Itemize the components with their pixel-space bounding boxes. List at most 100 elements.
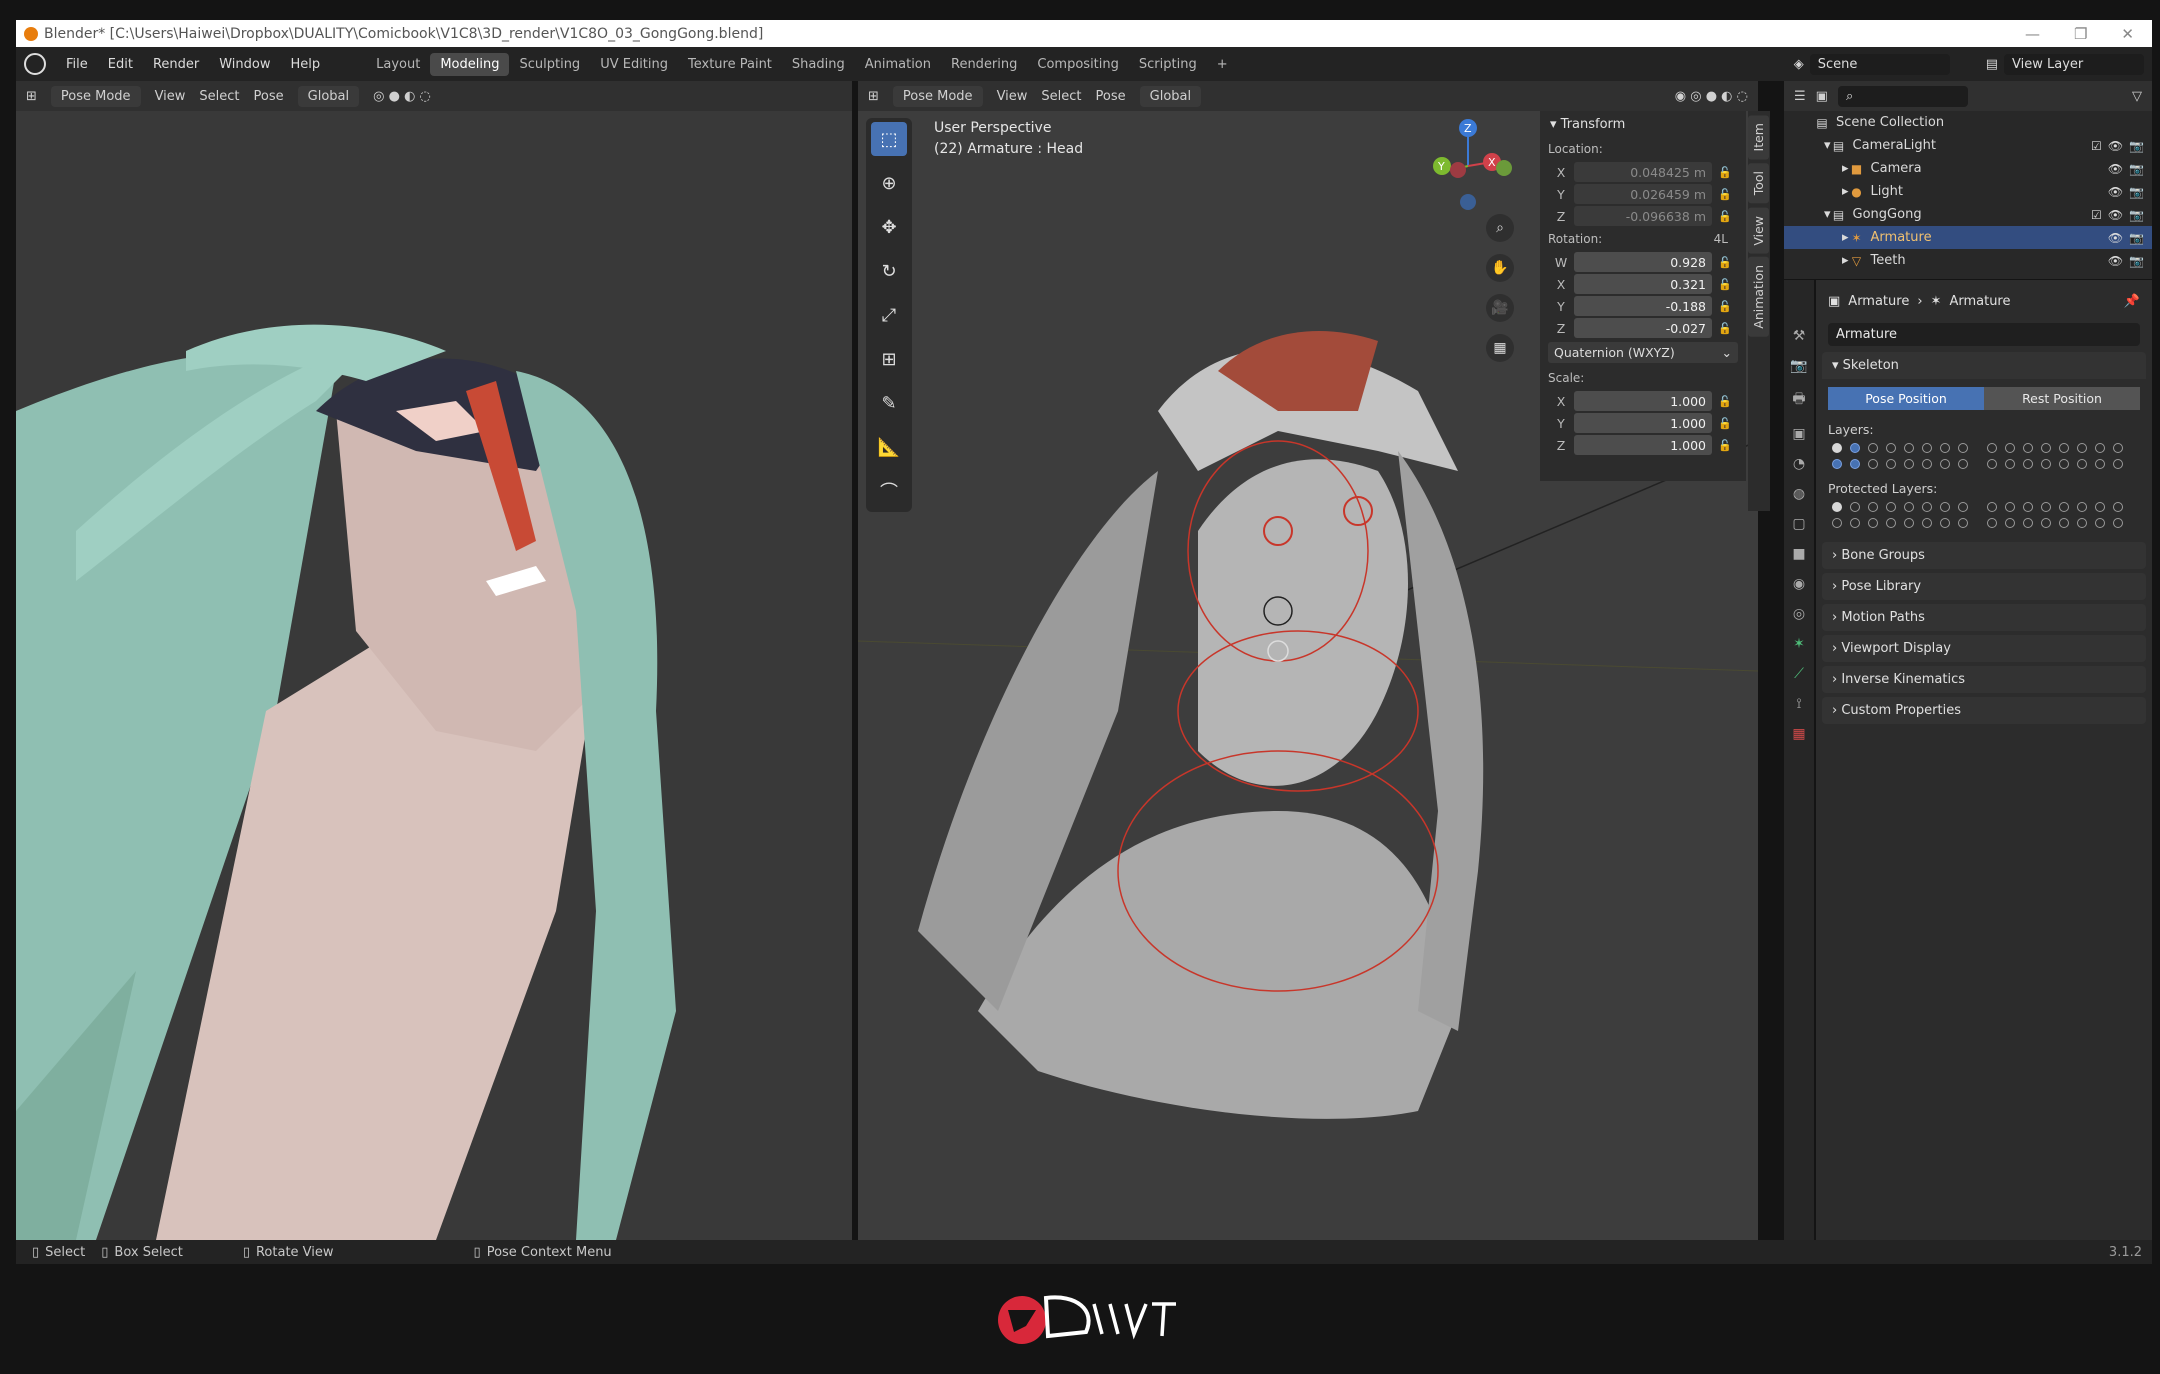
world-props-icon[interactable]: ◍ (1793, 486, 1805, 502)
layer-dot[interactable] (2077, 459, 2087, 469)
maximize-icon[interactable]: ❐ (2074, 25, 2087, 43)
tab-compositing[interactable]: Compositing (1027, 53, 1129, 76)
view-layer-field[interactable]: View Layer (2004, 53, 2144, 75)
transform-tool-icon[interactable]: ⊞ (871, 342, 907, 376)
blender-logo-icon[interactable] (24, 53, 46, 75)
layer-dot[interactable] (1832, 443, 1842, 453)
layer-dot[interactable] (1904, 518, 1914, 528)
select-box-tool-icon[interactable]: ⬚ (871, 122, 907, 156)
tab-rendering[interactable]: Rendering (941, 53, 1027, 76)
layer-dot[interactable] (2059, 443, 2069, 453)
layer-dot[interactable] (1922, 502, 1932, 512)
outliner-row-cameralight[interactable]: ▾ ▤ CameraLight ☑ 👁 📷 (1784, 134, 2152, 157)
layer-dot[interactable] (2005, 518, 2015, 528)
layer-dot[interactable] (2095, 502, 2105, 512)
layer-dot[interactable] (1958, 443, 1968, 453)
orientation-dropdown-right[interactable]: Global (1139, 85, 1202, 107)
layer-dot[interactable] (1987, 502, 1997, 512)
tab-shading[interactable]: Shading (782, 53, 855, 76)
minimize-icon[interactable]: — (2025, 25, 2040, 43)
eye-icon[interactable]: 👁 (2108, 185, 2123, 199)
render-props-icon[interactable]: 📷 (1790, 358, 1807, 374)
rotate-tool-icon[interactable]: ↻ (871, 254, 907, 288)
add-workspace-icon[interactable]: + (1207, 53, 1238, 76)
render-icon[interactable]: 📷 (2129, 254, 2144, 268)
layer-dot[interactable] (1958, 502, 1968, 512)
menu-pose-right[interactable]: Pose (1096, 89, 1126, 104)
lock-icon[interactable]: 🔓 (1712, 188, 1738, 201)
checkbox-icon[interactable]: ☑ (2091, 208, 2102, 222)
layer-dot[interactable] (2113, 459, 2123, 469)
render-icon[interactable]: 📷 (2129, 231, 2144, 245)
eye-icon[interactable]: 👁 (2108, 139, 2123, 153)
bone-layers-grid[interactable] (1816, 441, 2152, 471)
lock-icon[interactable]: 🔓 (1712, 210, 1738, 223)
layer-dot[interactable] (1987, 459, 1997, 469)
outliner-row-scene-collection[interactable]: ▤ Scene Collection (1784, 111, 2152, 134)
layer-dot[interactable] (2041, 459, 2051, 469)
menu-view-left[interactable]: View (155, 89, 186, 104)
camera-view-icon[interactable]: 🎥 (1486, 294, 1514, 322)
layer-dot[interactable] (2059, 518, 2069, 528)
render-icon[interactable]: 📷 (2129, 139, 2144, 153)
layer-dot[interactable] (2077, 502, 2087, 512)
layer-dot[interactable] (1886, 443, 1896, 453)
scene-field[interactable]: Scene (1809, 53, 1950, 75)
physics-props-icon[interactable]: ◉ (1793, 576, 1805, 592)
layer-dot[interactable] (1904, 443, 1914, 453)
menu-render[interactable]: Render (143, 57, 209, 72)
outliner-row-teeth[interactable]: ▸ ▽ Teeth 👁 📷 (1784, 249, 2152, 272)
layer-dot[interactable] (1886, 502, 1896, 512)
tab-sculpting[interactable]: Sculpting (509, 53, 590, 76)
tab-layout[interactable]: Layout (366, 53, 430, 76)
menu-pose-left[interactable]: Pose (254, 89, 284, 104)
grid-view-icon[interactable]: ▦ (1486, 334, 1514, 362)
layer-dot[interactable] (2095, 443, 2105, 453)
rotation-x[interactable]: X 0.321 🔓 (1548, 274, 1738, 294)
eye-icon[interactable]: 👁 (2108, 254, 2123, 268)
lock-icon[interactable]: 🔓 (1712, 439, 1738, 452)
layer-dot[interactable] (1832, 502, 1842, 512)
layer-dot[interactable] (2113, 443, 2123, 453)
scene-icon[interactable]: ◈ (1794, 57, 1804, 72)
layer-dot[interactable] (2023, 518, 2033, 528)
layer-dot[interactable] (2005, 443, 2015, 453)
rest-position-button[interactable]: Rest Position (1984, 387, 2140, 410)
layer-dot[interactable] (1850, 443, 1860, 453)
layer-dot[interactable] (2059, 502, 2069, 512)
editor-type-icon[interactable]: ⊞ (26, 89, 37, 104)
layer-dot[interactable] (2113, 518, 2123, 528)
menu-window[interactable]: Window (209, 57, 280, 72)
shading-icons-left[interactable]: ◎ ● ◐ ◌ (373, 89, 431, 104)
menu-help[interactable]: Help (281, 57, 331, 72)
tab-view[interactable]: View (1748, 207, 1769, 254)
layer-dot[interactable] (2023, 502, 2033, 512)
layer-dot[interactable] (1868, 502, 1878, 512)
layer-dot[interactable] (2077, 443, 2087, 453)
panel-viewport-display[interactable]: › Viewport Display (1822, 635, 2146, 662)
render-icon[interactable]: 📷 (2129, 185, 2144, 199)
outliner-editor-icon[interactable]: ☰ (1794, 89, 1806, 104)
layer-dot[interactable] (1940, 459, 1950, 469)
render-icon[interactable]: 📷 (2129, 162, 2144, 176)
layer-dot[interactable] (2041, 443, 2051, 453)
bone-props-icon[interactable]: ⟋ (1794, 666, 1804, 682)
layer-dot[interactable] (1850, 518, 1860, 528)
layer-dot[interactable] (1987, 443, 1997, 453)
tab-modeling[interactable]: Modeling (430, 52, 510, 76)
object-props-icon[interactable]: ■ (1792, 546, 1805, 562)
editor-type-icon-right[interactable]: ⊞ (868, 89, 879, 104)
layer-dot[interactable] (1886, 459, 1896, 469)
layer-dot[interactable] (1958, 459, 1968, 469)
layer-dot[interactable] (1868, 459, 1878, 469)
layer-dot[interactable] (1940, 518, 1950, 528)
layer-dot[interactable] (1940, 502, 1950, 512)
panel-bone-groups[interactable]: › Bone Groups (1822, 542, 2146, 569)
layer-dot[interactable] (1868, 518, 1878, 528)
navigation-gizmo[interactable]: Z X Y (1424, 118, 1512, 216)
close-icon[interactable]: ✕ (2121, 25, 2134, 43)
scale-tool-icon[interactable]: ⤢ (871, 298, 907, 332)
collection-props-icon[interactable]: ▢ (1792, 516, 1805, 532)
layer-dot[interactable] (1958, 518, 1968, 528)
lock-icon[interactable]: 🔓 (1712, 166, 1738, 179)
